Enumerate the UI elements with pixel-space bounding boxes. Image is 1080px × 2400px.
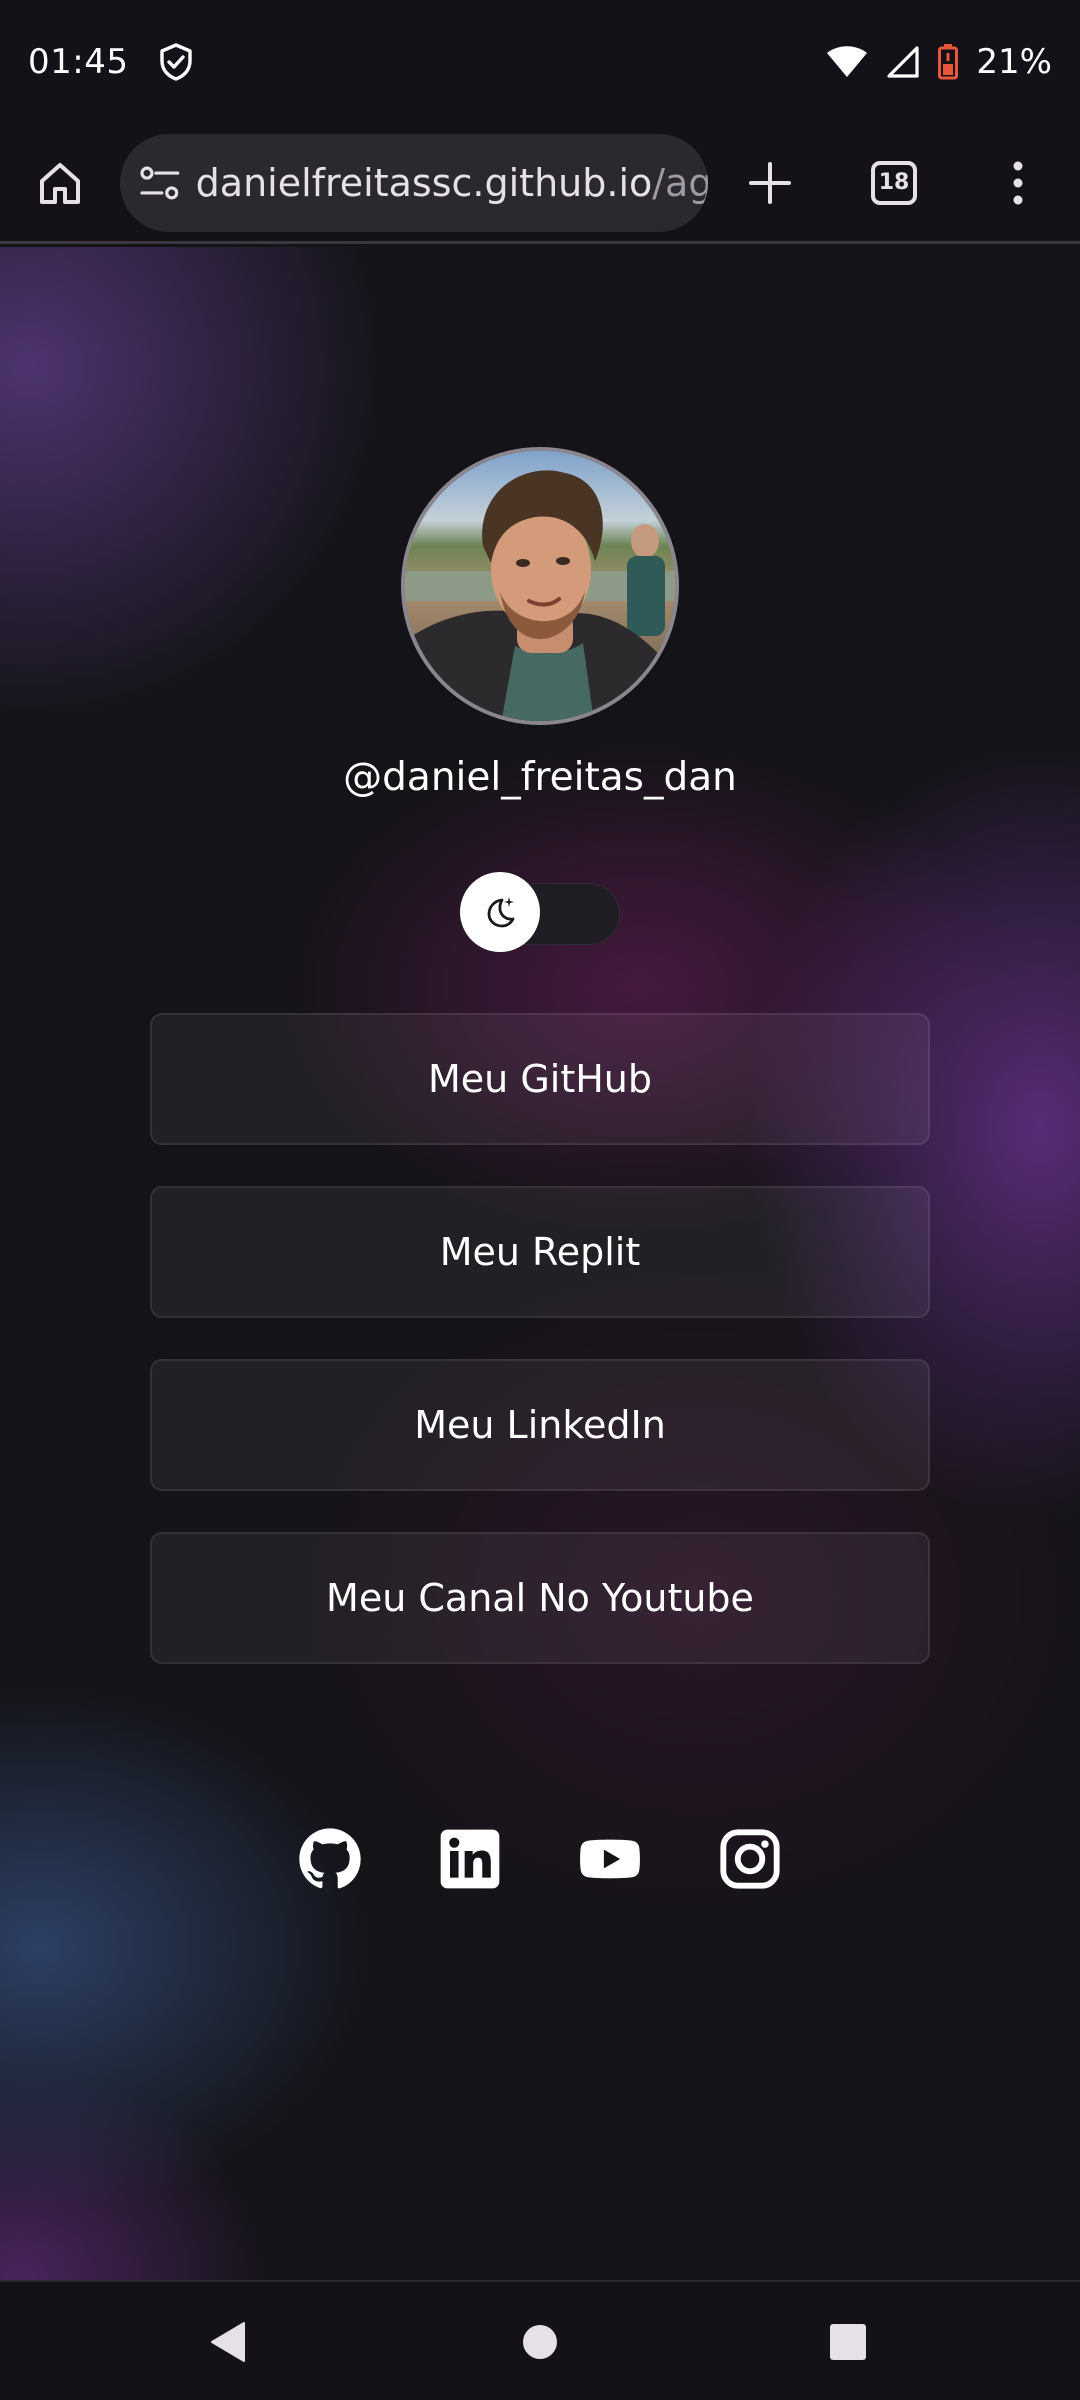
more-vertical-icon xyxy=(1013,161,1023,204)
status-bar: 01:45 21% xyxy=(0,0,1080,124)
linkedin-icon[interactable] xyxy=(438,1827,502,1891)
link-youtube-button[interactable]: Meu Canal No Youtube xyxy=(150,1532,930,1664)
page-content: @daniel_freitas_dan Meu GitHub Meu Repli… xyxy=(0,247,1080,2280)
system-navigation-bar xyxy=(0,2280,1080,2400)
more-menu-button[interactable] xyxy=(956,123,1080,243)
toggle-knob[interactable] xyxy=(460,872,540,952)
new-tab-button[interactable] xyxy=(708,123,832,243)
link-github-button[interactable]: Meu GitHub xyxy=(150,1013,930,1145)
plus-icon xyxy=(749,161,791,204)
link-linkedin-button[interactable]: Meu LinkedIn xyxy=(150,1359,930,1491)
youtube-icon[interactable] xyxy=(578,1827,642,1891)
cell-signal-icon xyxy=(887,46,920,78)
battery-percentage: 21% xyxy=(976,42,1052,82)
link-replit-button[interactable]: Meu Replit xyxy=(150,1186,930,1318)
social-icons-row xyxy=(0,1827,1080,1897)
url-path: /ag xyxy=(652,160,708,205)
address-bar[interactable]: danielfreitassc.github.io/ag xyxy=(120,133,708,232)
url-host: danielfreitassc.github.io xyxy=(195,160,653,205)
site-settings-icon xyxy=(140,166,180,199)
url-text: danielfreitassc.github.io/ag xyxy=(196,161,708,205)
moon-stars-icon xyxy=(487,897,515,928)
profile-photo xyxy=(405,451,675,721)
home-icon xyxy=(40,162,80,204)
status-time: 01:45 xyxy=(28,42,129,82)
shield-check-icon xyxy=(160,43,193,81)
status-indicators: 21% xyxy=(826,42,1052,82)
home-circle-icon xyxy=(523,2325,557,2359)
battery-icon xyxy=(938,44,959,80)
wifi-icon xyxy=(827,46,868,77)
browser-toolbar: danielfreitassc.github.io/ag 18 xyxy=(0,124,1080,244)
username: @daniel_freitas_dan xyxy=(343,755,737,800)
back-triangle-icon xyxy=(211,2322,245,2362)
nav-home-button[interactable] xyxy=(500,2302,580,2382)
theme-toggle[interactable] xyxy=(460,872,620,952)
instagram-icon[interactable] xyxy=(718,1827,782,1891)
nav-recents-button[interactable] xyxy=(808,2302,888,2382)
avatar xyxy=(401,447,679,725)
github-icon[interactable] xyxy=(298,1827,362,1891)
tab-count: 18 xyxy=(871,160,917,205)
tab-switcher-button[interactable]: 18 xyxy=(832,123,956,243)
home-button[interactable] xyxy=(0,123,120,243)
recents-square-icon xyxy=(830,2324,866,2360)
nav-back-button[interactable] xyxy=(188,2302,268,2382)
